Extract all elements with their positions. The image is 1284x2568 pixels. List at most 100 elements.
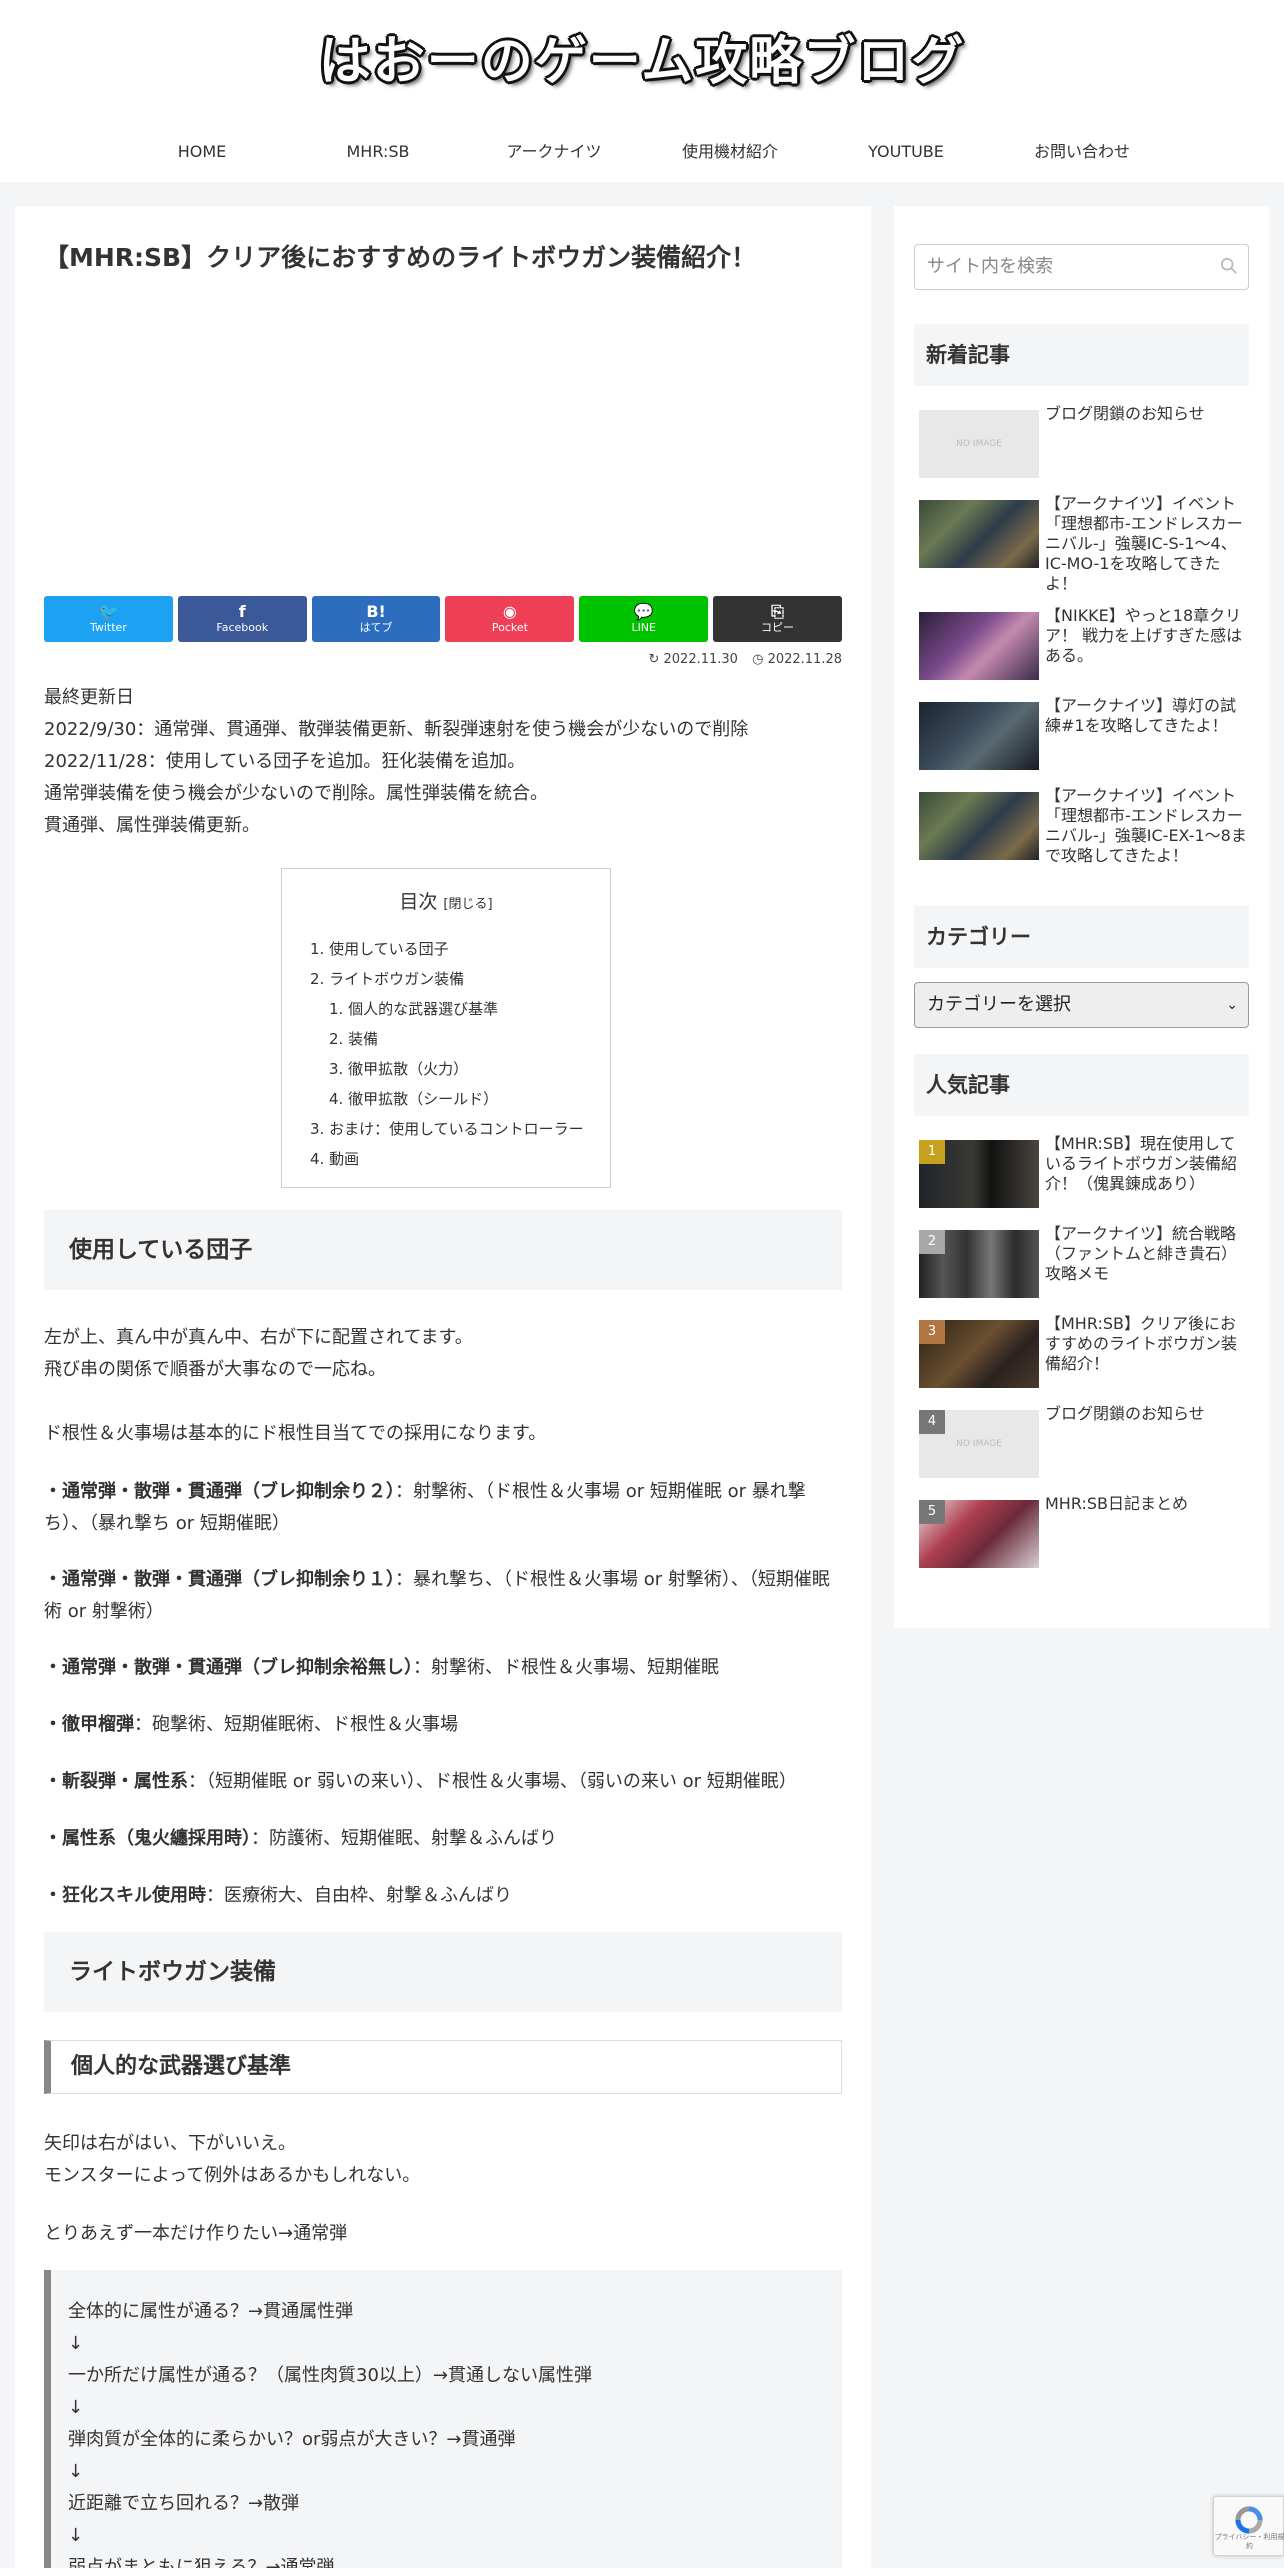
update-note: 通常弾装備を使う機会が少ないので削除。属性弾装備を統合。: [44, 783, 548, 804]
toc-item[interactable]: 1. 使用している団子: [282, 934, 610, 964]
paragraph-line: 飛び串の関係で順番が大事なので一応ね。: [44, 1359, 386, 1380]
share-label: Twitter: [89, 621, 127, 634]
share-label: LINE: [631, 621, 656, 634]
toc-item[interactable]: 4. 徹甲拡散（シールド）: [282, 1084, 610, 1114]
toc-item[interactable]: 3. 徹甲拡散（火力）: [282, 1054, 610, 1084]
post-title-link[interactable]: ブログ閉鎖のお知らせ: [1045, 1404, 1249, 1424]
toc-list: 1. 使用している団子 2. ライトボウガン装備 1. 個人的な武器選び基準 2. 装…: [282, 934, 610, 1174]
rank-badge: 1: [919, 1140, 945, 1164]
global-nav: HOME MHR:SB アークナイツ 使用機材紹介 YOUTUBE お問い合わせ: [114, 132, 1170, 172]
dango-text: ：砲撃術、短期催眠術、ド根性＆火事場: [134, 1714, 458, 1735]
toc-heading: 目次: [399, 891, 438, 913]
updated-date-value: 2022.11.30: [663, 652, 738, 667]
share-twitter-button[interactable]: 🐦 Twitter: [44, 596, 173, 642]
post-title-link[interactable]: 【アークナイツ】イベント「理想都市-エンドレスカーニバル-」強襲IC-S-1～4…: [1045, 494, 1249, 594]
share-label: Facebook: [216, 621, 269, 634]
category-select[interactable]: カテゴリーを選択 ⌄: [914, 982, 1249, 1028]
search-input[interactable]: サイト内を検索: [914, 244, 1249, 290]
toc-item[interactable]: 3. おまけ：使用しているコントローラー: [282, 1114, 610, 1144]
dango-line-3: ・通常弾・散弾・貫通弾（ブレ抑制余裕無し）：射撃術、ド根性＆火事場、短期催眠: [44, 1652, 842, 1684]
toc-item[interactable]: 4. 動画: [282, 1144, 610, 1174]
dango-text: ：医療術大、自由枠、射撃＆ふんばり: [206, 1885, 512, 1906]
post-thumbnail[interactable]: [919, 612, 1039, 680]
arrow-down-icon: ↓: [68, 2461, 84, 2482]
recaptcha-badge[interactable]: プライバシー・利用規約: [1213, 2496, 1284, 2556]
pocket-icon: ◉: [502, 602, 517, 621]
criteria-note: とりあえず一本だけ作りたい→通常弾: [44, 2223, 348, 2244]
post-title-link[interactable]: 【MHR:SB】クリア後におすすめのライトボウガン装備紹介！: [1045, 1314, 1249, 1374]
search-placeholder: サイト内を検索: [927, 256, 1053, 277]
nav-home[interactable]: HOME: [114, 132, 290, 172]
share-buttons: 🐦 Twitter f Facebook B! はてブ ◉ Pocket 💬 LINE ⎘…: [44, 596, 842, 642]
site-header: はおーのゲーム攻略ブログ HOME MHR:SB アークナイツ 使用機材紹介 Y…: [0, 0, 1284, 182]
arrow-down-icon: ↓: [68, 2333, 84, 2354]
flow-line: 近距離で立ち回れる？→散弾: [68, 2493, 300, 2514]
share-copy-button[interactable]: ⎘ コピー: [713, 596, 842, 642]
toc-item[interactable]: 2. ライトボウガン装備: [282, 964, 610, 994]
post-title-link[interactable]: 【NIKKE】やっと18章クリア！ 戦力を上げすぎた感はある。: [1045, 606, 1249, 666]
posted-date: ◷ 2022.11.28: [752, 652, 842, 667]
post-title-link[interactable]: 【MHR:SB】現在使用しているライトボウガン装備紹介！（傀異錬成あり）: [1045, 1134, 1249, 1194]
update-note: 最終更新日: [44, 687, 134, 708]
nav-arknights[interactable]: アークナイツ: [466, 132, 642, 172]
post-title-link[interactable]: 【アークナイツ】統合戦略（ファントムと緋き貴石）攻略メモ: [1045, 1224, 1249, 1284]
toc-title: 目次 [閉じる]: [282, 887, 610, 920]
recaptcha-terms[interactable]: プライバシー・利用規約: [1214, 2533, 1284, 2551]
post-thumbnail[interactable]: [919, 500, 1039, 568]
post-thumbnail[interactable]: NO IMAGE: [919, 410, 1039, 478]
hatena-icon: B!: [366, 602, 386, 621]
toc-item[interactable]: 2. 装備: [282, 1024, 610, 1054]
share-pocket-button[interactable]: ◉ Pocket: [445, 596, 575, 642]
chevron-down-icon: ⌄: [1226, 997, 1238, 1013]
site-title[interactable]: はおーのゲーム攻略ブログ: [0, 22, 1284, 102]
copy-icon: ⎘: [771, 602, 784, 621]
rank-badge: 2: [919, 1230, 945, 1254]
heading-dango: 使用している団子: [44, 1210, 842, 1290]
dango-label: ・通常弾・散弾・貫通弾（ブレ抑制余裕無し）: [44, 1657, 413, 1678]
dango-line-2: ・通常弾・散弾・貫通弾（ブレ抑制余り１）：暴れ撃ち、（ド根性＆火事場 or 射撃…: [44, 1564, 842, 1628]
share-line-button[interactable]: 💬 LINE: [579, 596, 709, 642]
flow-line: 弾肉質が全体的に柔らかい？or弱点が大きい？→貫通弾: [68, 2429, 516, 2450]
dango-text: ：射撃術、ド根性＆火事場、短期催眠: [413, 1657, 719, 1678]
heading-light-bowgun: ライトボウガン装備: [44, 1932, 842, 2012]
toc-item[interactable]: 1. 個人的な武器選び基準: [282, 994, 610, 1024]
post-title-link[interactable]: MHR:SB日記まとめ: [1045, 1494, 1249, 1514]
rank-badge: 4: [919, 1410, 945, 1434]
nav-contact[interactable]: お問い合わせ: [994, 132, 1170, 172]
update-note: 2022/11/28：使用している団子を追加。狂化装備を追加。: [44, 751, 526, 772]
dango-text: ：防護術、短期催眠、射撃＆ふんばり: [251, 1828, 557, 1849]
post-title-link[interactable]: 【アークナイツ】イベント「理想都市-エンドレスカーニバル-」強襲IC-EX-1～…: [1045, 786, 1249, 866]
share-label: コピー: [761, 621, 795, 634]
criteria-intro: 矢印は右がはい、下がいいえ。 モンスターによって例外はあるかもしれない。: [44, 2128, 842, 2192]
paragraph-line: モンスターによって例外はあるかもしれない。: [44, 2165, 421, 2186]
updated-date: ↻ 2022.11.30: [648, 652, 738, 667]
nav-youtube[interactable]: YOUTUBE: [818, 132, 994, 172]
post-title-link[interactable]: 【アークナイツ】導灯の試練#1を攻略してきたよ！: [1045, 696, 1249, 736]
share-hatena-button[interactable]: B! はてブ: [311, 596, 441, 642]
dango-line-5: ・斬裂弾・属性系：（短期催眠 or 弱いの来い）、ド根性＆火事場、（弱いの来い …: [44, 1766, 842, 1798]
category-title: カテゴリー: [914, 906, 1249, 968]
dango-line-1: ・通常弾・散弾・貫通弾（ブレ抑制余り２）：射撃術、（ド根性＆火事場 or 短期催…: [44, 1476, 842, 1540]
dango-label: ・通常弾・散弾・貫通弾（ブレ抑制余り１）: [44, 1569, 395, 1590]
search-icon[interactable]: [1220, 257, 1238, 275]
post-dates: ↻ 2022.11.30 ◷ 2022.11.28: [638, 650, 842, 670]
share-facebook-button[interactable]: f Facebook: [177, 596, 307, 642]
arrow-down-icon: ↓: [68, 2525, 84, 2546]
weapon-flowchart: 全体的に属性が通る？→貫通属性弾 ↓ 一か所だけ属性が通る？（属性肉質30以上）…: [44, 2270, 842, 2568]
nav-equipment[interactable]: 使用機材紹介: [642, 132, 818, 172]
toc-toggle-button[interactable]: [閉じる]: [443, 897, 492, 912]
nav-mhrsb[interactable]: MHR:SB: [290, 132, 466, 172]
dango-line-6: ・属性系（鬼火纏採用時）：防護術、短期催眠、射撃＆ふんばり: [44, 1823, 842, 1855]
post-thumbnail[interactable]: [919, 792, 1039, 860]
rank-badge: 3: [919, 1320, 945, 1344]
flow-line: 一か所だけ属性が通る？（属性肉質30以上）→貫通しない属性弾: [68, 2365, 592, 2386]
share-label: はてブ: [359, 621, 393, 634]
facebook-icon: f: [238, 602, 246, 621]
post-title-link[interactable]: ブログ閉鎖のお知らせ: [1045, 404, 1249, 424]
post-thumbnail[interactable]: [919, 702, 1039, 770]
dango-text: ：（短期催眠 or 弱いの来い）、ド根性＆火事場、（弱いの来い or 短期催眠）: [188, 1771, 797, 1792]
sidebar: サイト内を検索 新着記事 NO IMAGE ブログ閉鎖のお知らせ 【アークナイツ】イ…: [894, 206, 1269, 1628]
new-posts-title: 新着記事: [914, 324, 1249, 386]
update-notes: 最終更新日 2022/9/30：通常弾、貫通弾、散弾装備更新、斬裂弾速射を使う機…: [44, 682, 842, 842]
arrow-down-icon: ↓: [68, 2397, 84, 2418]
